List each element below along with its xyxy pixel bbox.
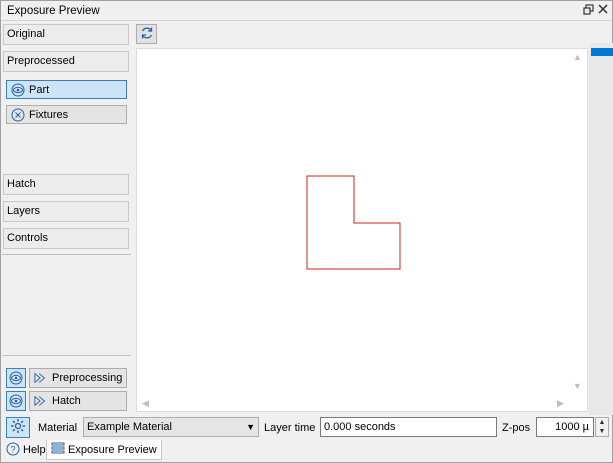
hatch-visibility-button[interactable] — [6, 391, 26, 411]
preprocessing-button[interactable]: Preprocessing — [29, 368, 127, 388]
float-icon[interactable] — [582, 4, 594, 16]
eye-icon — [11, 83, 25, 97]
zpos-value: 1000 µ — [555, 421, 589, 433]
hatch-button[interactable]: Hatch — [29, 391, 127, 411]
scroll-down-icon[interactable]: ▼ — [569, 378, 586, 395]
chevron-down-icon: ▼ — [246, 422, 255, 432]
tab-exposure-preview[interactable]: Exposure Preview — [46, 440, 162, 460]
hatch-label: Hatch — [52, 395, 81, 407]
panel-divider — [2, 355, 131, 356]
preview-canvas[interactable] — [136, 48, 588, 412]
section-controls[interactable]: Controls — [3, 228, 129, 249]
settings-button[interactable] — [6, 417, 30, 438]
tab-exposure-label: Exposure Preview — [68, 443, 157, 456]
play-icon — [34, 394, 48, 408]
circle-x-icon — [11, 108, 25, 122]
material-label: Material — [38, 422, 78, 434]
tab-bar: ? Help Exposure Preview — [1, 439, 612, 462]
layer-time-label: Layer time — [264, 422, 316, 434]
preprocessing-visibility-button[interactable] — [6, 368, 26, 388]
help-icon: ? — [6, 442, 20, 459]
zpos-label: Z-pos — [502, 422, 531, 434]
section-layers[interactable]: Layers — [3, 201, 129, 222]
part-toggle[interactable]: Part — [6, 80, 127, 99]
tab-help-label: Help — [23, 444, 46, 456]
close-icon[interactable] — [597, 4, 609, 16]
title-bar: Exposure Preview — [1, 1, 612, 21]
section-hatch[interactable]: Hatch — [3, 174, 129, 195]
list-icon — [51, 441, 65, 458]
layer-time-value: 0.000 seconds — [324, 421, 396, 433]
spin-down-icon[interactable]: ▼ — [596, 427, 608, 436]
right-side-strip — [589, 43, 613, 415]
fixtures-toggle[interactable]: Fixtures — [6, 105, 127, 124]
reload-button[interactable] — [136, 24, 157, 44]
eye-icon — [9, 394, 23, 408]
spin-up-icon[interactable]: ▲ — [596, 418, 608, 427]
section-original[interactable]: Original — [3, 24, 129, 45]
reload-icon — [140, 26, 154, 43]
scroll-left-icon[interactable]: ◀ — [137, 395, 154, 412]
zpos-stepper[interactable]: ▲ ▼ — [595, 417, 609, 437]
fixtures-label: Fixtures — [29, 108, 69, 121]
section-preprocessed[interactable]: Preprocessed — [3, 51, 129, 72]
window-title: Exposure Preview — [7, 5, 100, 17]
bottom-toolbar: Material Example Material ▼ Layer time 0… — [1, 415, 612, 439]
left-panel: Original Preprocessed Part Fixtures Hatc… — [1, 22, 132, 415]
horizontal-scrollbar[interactable]: ◀ ▶ — [137, 395, 569, 412]
panel-divider — [2, 254, 131, 255]
exposure-preview-window: Exposure Preview Original Preprocessed P… — [0, 0, 613, 463]
scroll-right-icon[interactable]: ▶ — [552, 395, 569, 412]
layer-time-field[interactable]: 0.000 seconds — [320, 417, 497, 437]
scroll-up-icon[interactable]: ▲ — [569, 49, 586, 66]
material-value: Example Material — [87, 421, 172, 433]
right-strip-accent[interactable] — [591, 48, 613, 56]
tab-help[interactable]: ? Help — [2, 440, 50, 460]
part-label: Part — [29, 83, 50, 96]
part-outline — [306, 175, 401, 270]
gear-icon — [10, 418, 26, 437]
material-dropdown[interactable]: Example Material ▼ — [83, 417, 259, 437]
svg-text:?: ? — [10, 444, 15, 454]
vertical-scrollbar[interactable]: ▲ ▼ — [569, 49, 586, 395]
eye-icon — [9, 371, 23, 385]
play-icon — [34, 371, 48, 385]
preprocessing-label: Preprocessing — [52, 372, 123, 384]
zpos-field[interactable]: 1000 µ — [536, 417, 594, 437]
